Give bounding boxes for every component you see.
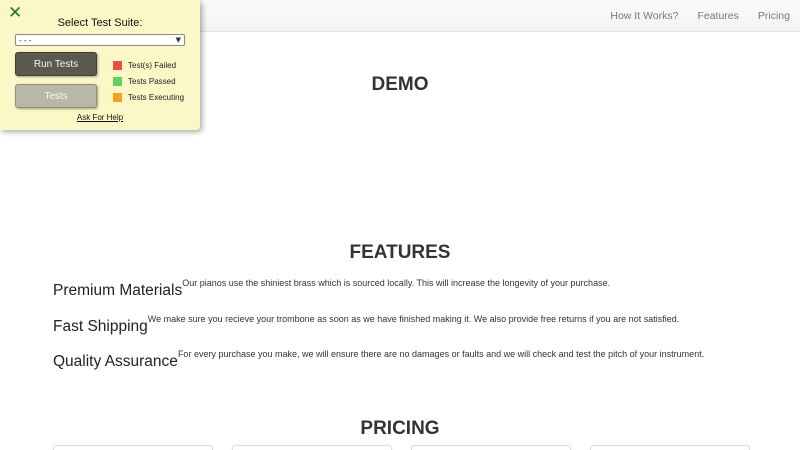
- tests-button[interactable]: Tests: [15, 84, 97, 108]
- feature-item: Fast Shipping We make sure you recieve y…: [53, 314, 679, 336]
- feature-description: We make sure you recieve your trombone a…: [147, 314, 680, 324]
- legend-item-executing: Tests Executing: [113, 89, 184, 105]
- pricing-title: PRICING: [360, 418, 440, 439]
- price-card: [232, 445, 392, 450]
- feature-description: For every purchase you make, we will ens…: [177, 349, 705, 359]
- nav-link-pricing[interactable]: Pricing: [758, 10, 790, 22]
- price-card: [590, 445, 750, 450]
- chevron-down-icon: ▼: [175, 36, 181, 44]
- passed-swatch: [113, 76, 122, 86]
- test-legend: Test(s) Failed Tests Passed Tests Execut…: [113, 57, 184, 105]
- legend-item-passed: Tests Passed: [113, 73, 184, 89]
- failed-swatch: [113, 60, 122, 70]
- pricing-cards: [53, 445, 750, 450]
- legend-item-failed: Test(s) Failed: [113, 57, 184, 73]
- feature-description: Our pianos use the shiniest brass which …: [182, 278, 611, 288]
- ask-for-help-link[interactable]: Ask For Help: [0, 113, 200, 122]
- run-tests-button[interactable]: Run Tests: [15, 52, 97, 76]
- select-value: - - -: [19, 35, 32, 45]
- nav-link-features[interactable]: Features: [697, 10, 738, 22]
- feature-item: Quality Assurance For every purchase you…: [53, 349, 704, 371]
- legend-label: Tests Executing: [128, 92, 185, 102]
- nav-links: How It Works? Features Pricing: [591, 0, 790, 32]
- price-card: [53, 445, 213, 450]
- executing-swatch: [113, 92, 122, 102]
- nav-link-how-it-works[interactable]: How It Works?: [610, 10, 678, 22]
- feature-item: Premium Materials Our pianos use the shi…: [53, 278, 610, 300]
- feature-name: Quality Assurance: [53, 353, 178, 370]
- test-suite-select[interactable]: - - - ▼: [15, 34, 185, 46]
- legend-label: Test(s) Failed: [128, 60, 177, 70]
- test-suite-panel: ✕ Select Test Suite: - - - ▼ Run Tests T…: [0, 0, 200, 130]
- feature-name: Premium Materials: [53, 282, 183, 299]
- legend-label: Tests Passed: [128, 76, 176, 86]
- features-title: FEATURES: [349, 242, 451, 263]
- feature-name: Fast Shipping: [53, 318, 148, 335]
- price-card: [411, 445, 571, 450]
- panel-heading: Select Test Suite:: [57, 17, 143, 29]
